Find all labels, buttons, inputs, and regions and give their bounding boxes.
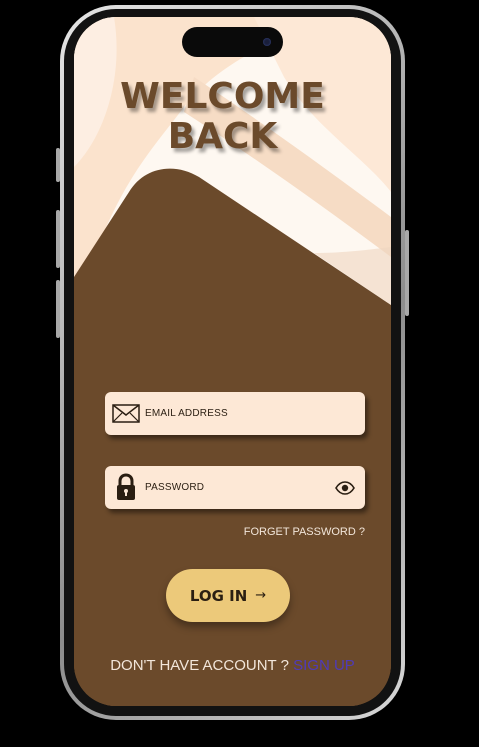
- eye-icon[interactable]: [335, 478, 355, 498]
- password-label: PASSWORD: [145, 482, 205, 493]
- signup-link[interactable]: SIGN UP: [293, 657, 355, 674]
- login-button[interactable]: LOG IN →: [166, 569, 290, 622]
- camera-icon: [263, 38, 271, 46]
- title-line-1: WELCOME: [120, 76, 325, 117]
- login-button-label: LOG IN: [189, 586, 248, 605]
- lock-icon: [117, 473, 135, 500]
- title-line-2: BACK: [167, 116, 278, 157]
- signup-row: DON'T HAVE ACCOUNT ? SIGN UP: [74, 657, 391, 674]
- email-field[interactable]: EMAIL ADDRESS: [105, 392, 365, 435]
- arrow-right-icon: →: [255, 588, 267, 603]
- envelope-icon: [112, 404, 140, 423]
- power-button: [405, 230, 409, 316]
- password-field[interactable]: PASSWORD: [105, 466, 365, 509]
- email-label: EMAIL ADDRESS: [145, 408, 228, 419]
- forget-password-link[interactable]: FORGET PASSWORD ?: [244, 526, 365, 538]
- app-screen: WELCOME BACK EMAIL ADDRESS PASSWORD FORG…: [74, 17, 391, 706]
- stage: WELCOME BACK EMAIL ADDRESS PASSWORD FORG…: [0, 0, 479, 747]
- dynamic-island: [182, 27, 283, 57]
- page-title: WELCOME BACK: [74, 77, 371, 157]
- signup-prompt: DON'T HAVE ACCOUNT ?: [110, 657, 289, 674]
